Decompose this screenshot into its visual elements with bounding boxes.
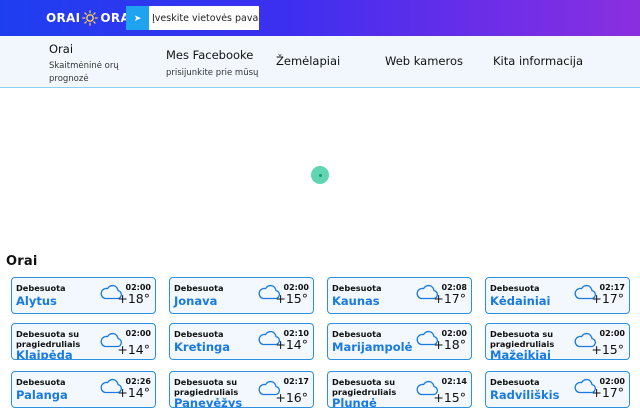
weather-card[interactable]: Debesuota Marijampolė 02:00 +18° [327, 323, 472, 360]
sun-icon [82, 10, 99, 26]
logo-text-left: ORAI [46, 11, 81, 25]
weather-condition: Debesuota [490, 377, 540, 387]
cloud-icon [573, 378, 597, 394]
section-title: Orai [6, 254, 38, 269]
weather-condition: Debesuota [332, 283, 382, 293]
nav-item-maps[interactable]: Žemėlapiai [276, 54, 340, 68]
update-time: 02:00 [599, 329, 625, 338]
weather-condition: Debesuota su pragiedruliais [16, 329, 81, 349]
city-name[interactable]: Alytus [16, 294, 57, 308]
weather-card[interactable]: Debesuota su pragiedruliais Panevėžys 02:1… [169, 371, 314, 408]
city-name[interactable]: Mažeikiai [490, 348, 551, 359]
city-name[interactable]: Kėdainiai [490, 294, 550, 308]
weather-card[interactable]: Debesuota Kretinga 02:10 +14° [169, 323, 314, 360]
weather-card[interactable]: Debesuota Kėdainiai 02:17 +17° [485, 277, 630, 314]
city-name[interactable]: Marijampolė [332, 340, 412, 354]
weather-condition: Debesuota su pragiedruliais [174, 377, 239, 397]
weather-condition: Debesuota su pragiedruliais [490, 329, 555, 349]
top-bar: ORAI ORAI LT ➤ [0, 0, 640, 36]
weather-card[interactable]: Debesuota Alytus 02:00 +18° [11, 277, 156, 314]
search-input[interactable] [149, 6, 259, 30]
cloud-icon [99, 378, 123, 394]
weather-condition: Debesuota su pragiedruliais [332, 377, 397, 397]
weather-card[interactable]: Debesuota Radviliškis 02:00 +17° [485, 371, 630, 408]
nav-item-orai[interactable]: Orai Skaitmėninė orų prognozė [49, 42, 149, 86]
weather-card[interactable]: Debesuota su pragiedruliais Mažeikiai 02:0… [485, 323, 630, 360]
weather-condition: Debesuota [16, 283, 66, 293]
city-name[interactable]: Klaipėda [16, 348, 73, 359]
search-button[interactable]: ➤ [126, 6, 149, 30]
nav-item-label: Kita informacija [493, 54, 584, 68]
update-time: 02:00 [125, 329, 151, 338]
update-time: 02:14 [441, 377, 467, 386]
nav-item-label: Web kameros [385, 54, 464, 68]
city-name[interactable]: Kretinga [174, 340, 230, 354]
city-name[interactable]: Panevėžys [174, 396, 242, 407]
cloud-icon [99, 332, 123, 348]
weather-condition: Debesuota [332, 329, 382, 339]
main-nav: Orai Skaitmėninė orų prognozė Mes Facebo… [0, 36, 640, 88]
weather-card[interactable]: Debesuota Jonava 02:00 +15° [169, 277, 314, 314]
city-name[interactable]: Jonava [174, 294, 217, 308]
cloud-icon [415, 330, 439, 346]
city-name[interactable]: Plungė [332, 396, 377, 407]
cloud-icon [573, 284, 597, 300]
weather-card[interactable]: Debesuota Palanga 02:26 +14° [11, 371, 156, 408]
nav-item-label: Mes Facebooke [166, 48, 254, 62]
update-time: 02:17 [283, 377, 309, 386]
nav-item-label: Orai [49, 42, 74, 56]
cloud-icon [257, 330, 281, 346]
cloud-icon [257, 284, 281, 300]
weather-card[interactable]: Debesuota Kaunas 02:08 +17° [327, 277, 472, 314]
nav-item-label: Žemėlapiai [276, 54, 341, 68]
weather-card[interactable]: Debesuota su pragiedruliais Klaipėda 02:00… [11, 323, 156, 360]
cloud-icon [99, 284, 123, 300]
nav-item-facebook[interactable]: Mes Facebooke prisijunkite prie mūsų [166, 48, 258, 80]
weather-condition: Debesuota [174, 283, 224, 293]
nav-item-sublabel: prisijunkite prie mūsų [166, 68, 259, 78]
weather-card[interactable]: Debesuota su pragiedruliais Plungė 02:14 +1… [327, 371, 472, 408]
cloud-icon [573, 332, 597, 348]
weather-condition: Debesuota [16, 377, 66, 387]
cloud-icon [257, 380, 281, 396]
cloud-icon [415, 380, 439, 396]
weather-condition: Debesuota [174, 329, 224, 339]
nav-item-info[interactable]: Kita informacija [493, 54, 583, 68]
loading-spinner [311, 166, 329, 184]
weather-condition: Debesuota [490, 283, 540, 293]
cloud-icon [415, 284, 439, 300]
city-name[interactable]: Kaunas [332, 294, 380, 308]
nav-item-sublabel: Skaitmėninė orų prognozė [49, 61, 119, 84]
nav-item-webcams[interactable]: Web kameros [385, 54, 463, 68]
